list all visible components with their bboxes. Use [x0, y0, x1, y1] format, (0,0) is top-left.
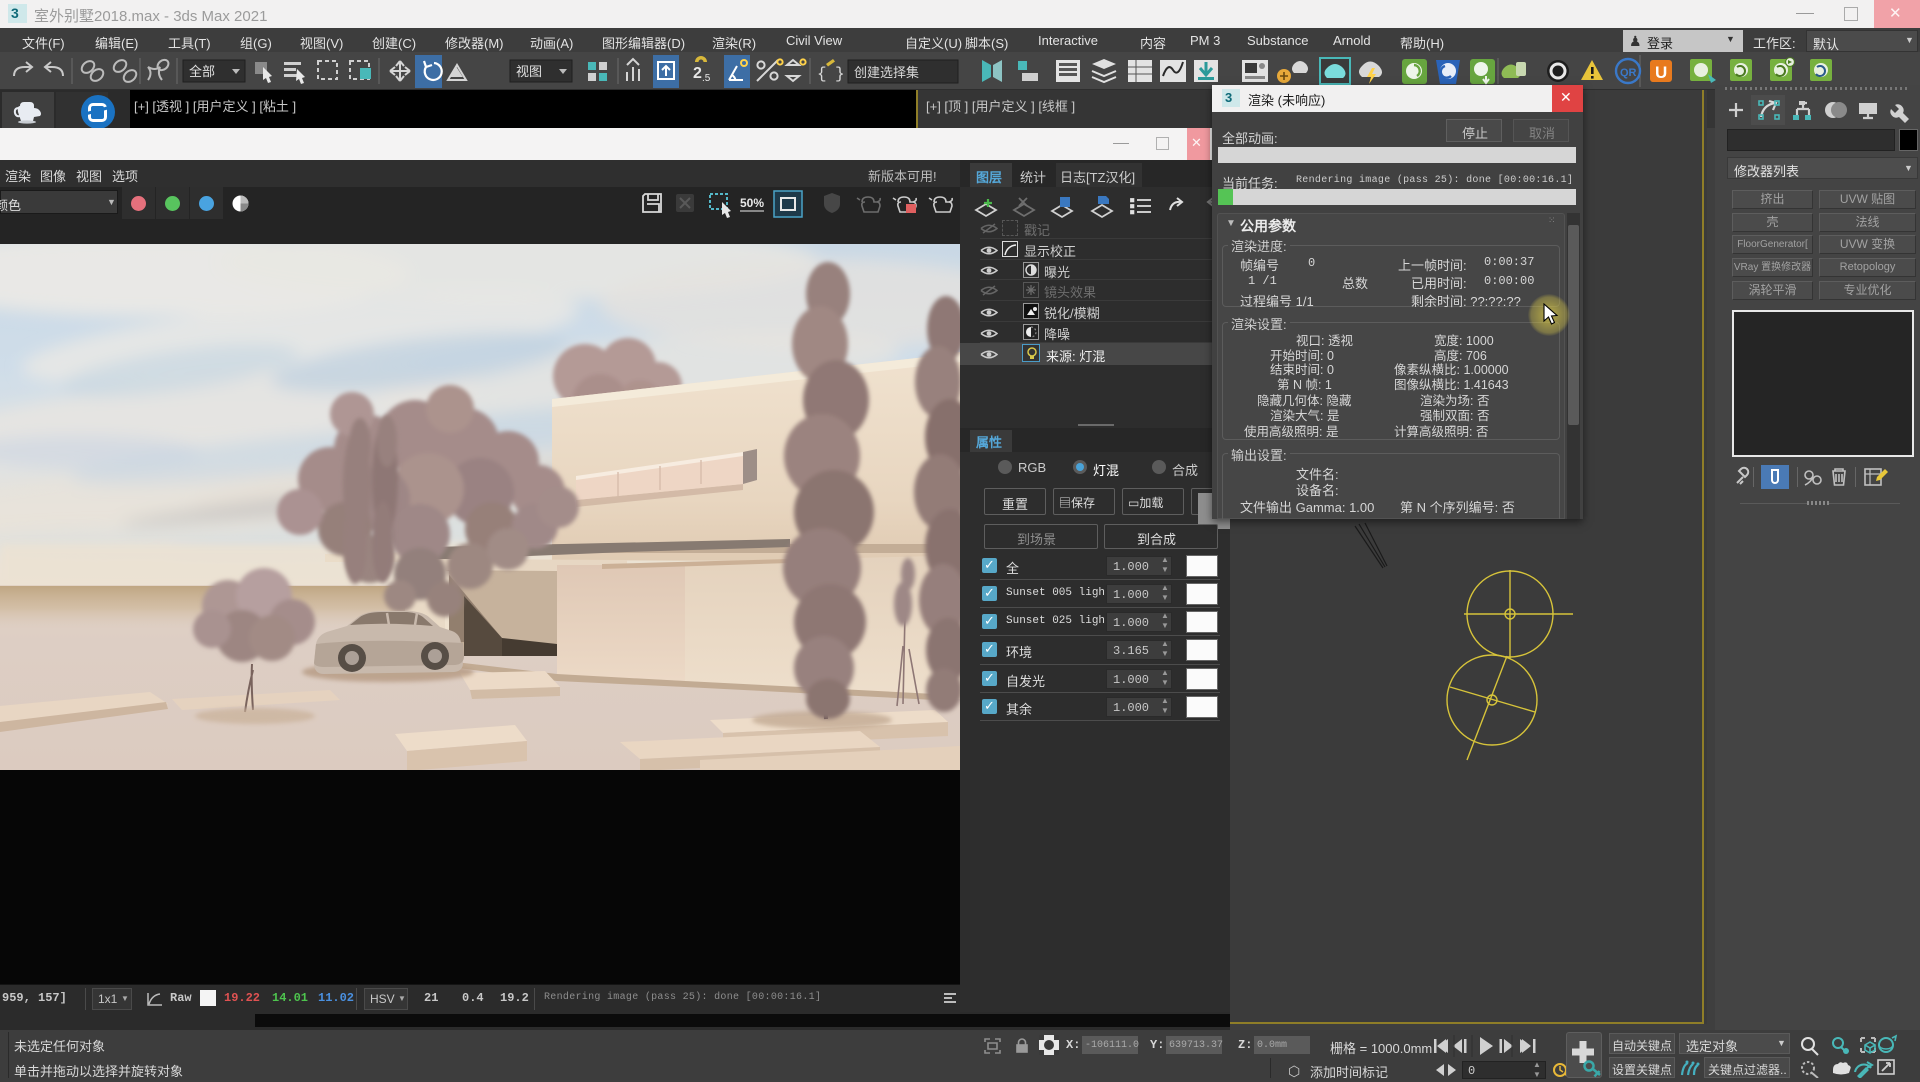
svg-text:U: U: [1655, 63, 1667, 82]
svg-text:全部: 全部: [189, 64, 215, 79]
svg-text:}: }: [835, 65, 845, 83]
svg-text:50%: 50%: [740, 196, 764, 210]
svg-text:创建选择集: 创建选择集: [854, 65, 919, 80]
svg-text:{: {: [817, 65, 827, 83]
svg-text:视图: 视图: [516, 64, 542, 79]
svg-text:QR: QR: [1620, 67, 1637, 79]
svg-text:2: 2: [693, 65, 702, 82]
svg-text:.5: .5: [702, 73, 711, 84]
